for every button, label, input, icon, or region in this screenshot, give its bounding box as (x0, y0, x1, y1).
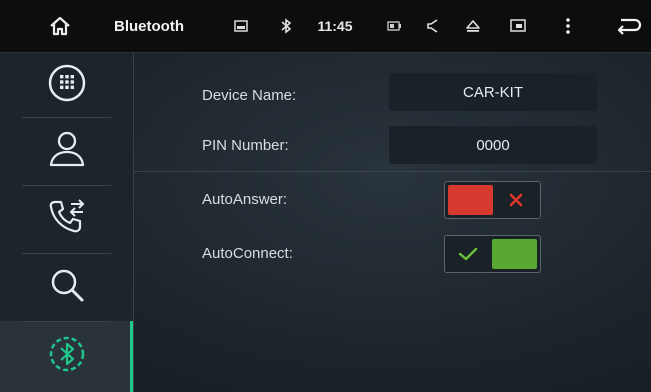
clock: 11:45 (317, 18, 353, 34)
bluetooth-settings-screen: Bluetooth 11:45 Device Name: CAR-KIT PIN… (0, 0, 651, 392)
pin-number-label: PIN Number: (202, 137, 289, 154)
auto-connect-toggle[interactable] (444, 235, 541, 273)
sidebar-item-bluetooth-music[interactable] (0, 321, 133, 392)
home-icon[interactable] (40, 0, 80, 52)
dialpad-icon (46, 62, 88, 109)
divider (134, 171, 651, 172)
bluetooth-icon (275, 0, 297, 52)
check-icon (445, 236, 490, 272)
settings-panel: Device Name: CAR-KIT PIN Number: 0000 Au… (134, 53, 651, 392)
sidebar-item-search[interactable] (0, 253, 133, 321)
sidebar-item-dialpad[interactable] (0, 53, 133, 117)
back-icon[interactable] (612, 0, 646, 52)
auto-answer-toggle[interactable] (444, 181, 541, 219)
battery-icon (381, 0, 407, 52)
bluetooth-music-icon (45, 332, 89, 381)
call-log-icon (45, 196, 89, 243)
close-icon (493, 182, 538, 218)
pin-number-field[interactable]: 0000 (389, 126, 597, 164)
image-icon (228, 0, 254, 52)
sidebar-item-contacts[interactable] (0, 117, 133, 185)
eject-icon[interactable] (458, 0, 488, 52)
sidebar-item-call-log[interactable] (0, 185, 133, 253)
screen-title: Bluetooth (114, 17, 184, 35)
device-name-label: Device Name: (202, 87, 297, 104)
search-icon (47, 265, 87, 310)
sidebar (0, 53, 134, 392)
more-vert-icon[interactable] (555, 0, 581, 52)
toggle-off-knob (448, 185, 493, 215)
device-name-field[interactable]: CAR-KIT (389, 73, 597, 111)
contacts-icon (46, 127, 88, 176)
volume-icon[interactable] (420, 0, 446, 52)
auto-answer-label: AutoAnswer: (202, 191, 288, 208)
status-bar: Bluetooth 11:45 (0, 0, 651, 53)
auto-connect-label: AutoConnect: (202, 245, 293, 262)
picture-in-picture-icon[interactable] (503, 0, 533, 52)
toggle-on-knob (492, 239, 537, 269)
